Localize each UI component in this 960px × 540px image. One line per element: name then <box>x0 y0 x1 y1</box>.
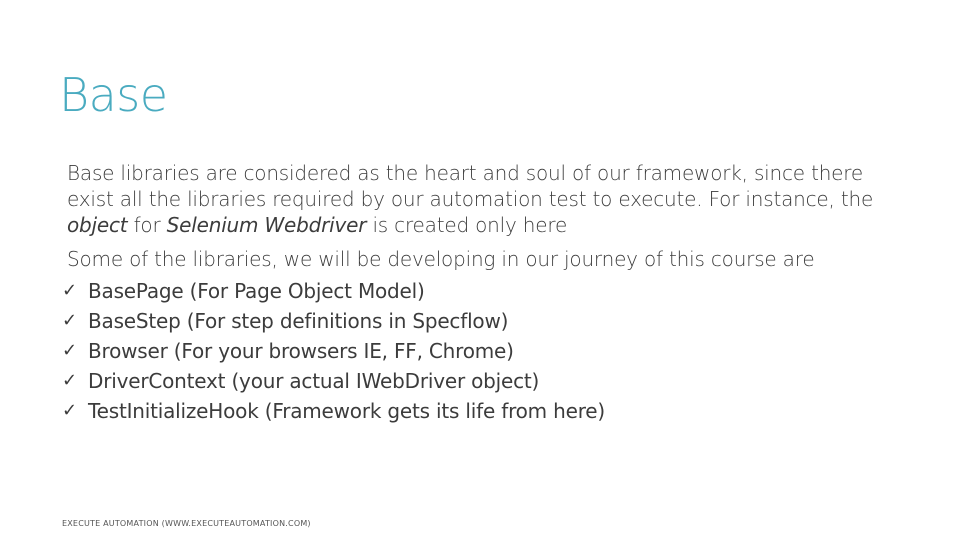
list-item: ✓ TestInitializeHook (Framework gets its… <box>62 396 605 426</box>
list-item-label: Browser (For your browsers IE, FF, Chrom… <box>88 339 514 363</box>
list-item: ✓ DriverContext (your actual IWebDriver … <box>62 366 605 396</box>
list-item: ✓ BasePage (For Page Object Model) <box>62 276 605 306</box>
intro-text-part2: for <box>127 213 167 237</box>
intro-text-part3: is created only here <box>366 213 568 237</box>
intro-italic-object: object <box>67 213 128 237</box>
slide: Base Base libraries are considered as th… <box>0 0 960 540</box>
check-icon: ✓ <box>62 400 77 421</box>
list-item-label: DriverContext (your actual IWebDriver ob… <box>88 369 540 393</box>
footer-credit: EXECUTE AUTOMATION (WWW.EXECUTEAUTOMATIO… <box>62 519 311 528</box>
intro-italic-selenium: Selenium Webdriver <box>166 213 367 237</box>
check-icon: ✓ <box>62 280 77 301</box>
intro-text-part1: Base libraries are considered as the hea… <box>67 161 874 211</box>
list-item-label: BaseStep (For step definitions in Specfl… <box>88 309 509 333</box>
intro-paragraph: Base libraries are considered as the hea… <box>67 160 887 238</box>
list-item: ✓ BaseStep (For step definitions in Spec… <box>62 306 605 336</box>
check-icon: ✓ <box>62 370 77 391</box>
list-item-label: BasePage (For Page Object Model) <box>88 279 425 303</box>
slide-title: Base <box>59 68 168 122</box>
list-item-label: TestInitializeHook (Framework gets its l… <box>88 399 605 423</box>
check-icon: ✓ <box>62 310 77 331</box>
library-list: ✓ BasePage (For Page Object Model) ✓ Bas… <box>62 276 605 426</box>
check-icon: ✓ <box>62 340 77 361</box>
libraries-intro-paragraph: Some of the libraries, we will be develo… <box>67 247 815 271</box>
list-item: ✓ Browser (For your browsers IE, FF, Chr… <box>62 336 605 366</box>
